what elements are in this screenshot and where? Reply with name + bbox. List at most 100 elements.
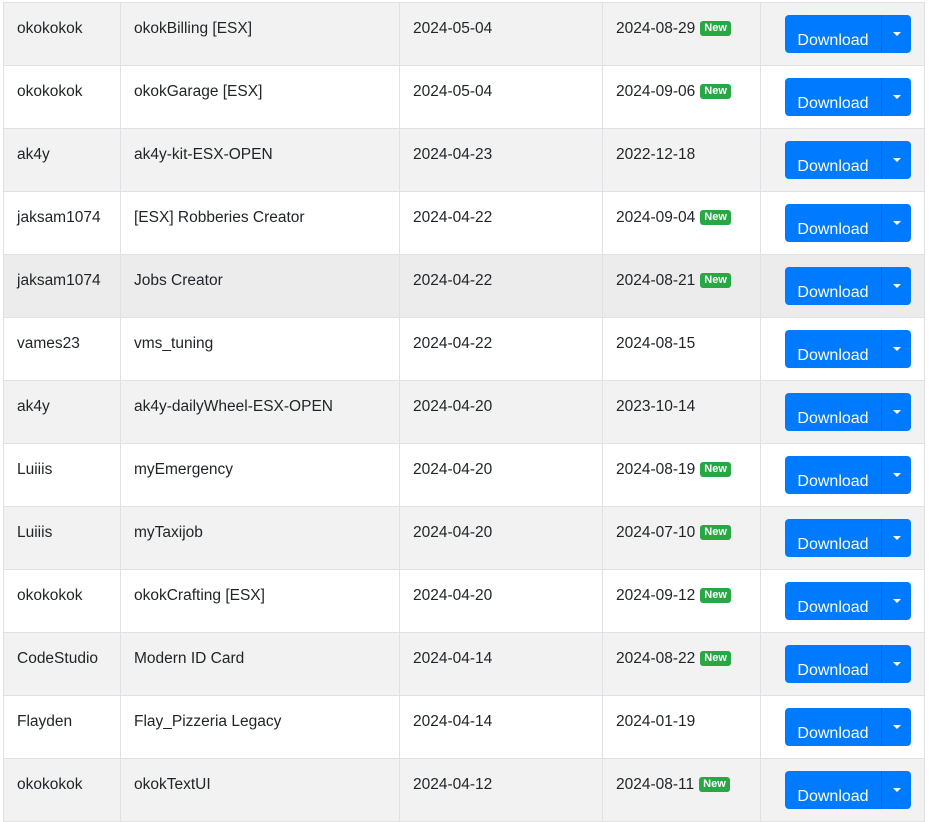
author-cell-text: okokokok xyxy=(17,67,83,103)
download-button-group: Download xyxy=(785,141,911,179)
resource-name-cell-value: okokGarage [ESX] xyxy=(134,83,263,100)
caret-down-icon xyxy=(892,536,901,540)
download-button[interactable]: Download xyxy=(785,519,881,557)
updated-date-cell: 2024-08-11 New xyxy=(602,758,761,822)
resource-name-cell: okokCrafting [ESX] xyxy=(120,569,400,633)
author-cell: ak4y xyxy=(3,128,121,192)
caret-down-icon xyxy=(892,599,901,603)
download-button[interactable]: Download xyxy=(785,456,881,494)
download-options-toggle[interactable] xyxy=(881,771,911,809)
download-button[interactable]: Download xyxy=(785,141,881,179)
updated-date-cell-text: 2024-09-04 New xyxy=(616,193,731,229)
updated-date-cell: 2024-09-12 New xyxy=(602,569,761,633)
updated-date-cell-value: 2024-08-21 xyxy=(616,272,696,289)
added-date-cell-value: 2024-04-20 xyxy=(413,524,493,541)
download-options-toggle[interactable] xyxy=(881,519,911,557)
download-button[interactable]: Download xyxy=(785,771,881,809)
added-date-cell-text: 2024-04-20 xyxy=(413,382,493,418)
download-options-toggle[interactable] xyxy=(881,204,911,242)
added-date-cell-text: 2024-04-23 xyxy=(413,130,492,166)
resource-name-cell-value: vms_tuning xyxy=(134,335,214,352)
added-date-cell-value: 2024-04-22 xyxy=(413,209,493,226)
added-date-cell-value: 2024-04-14 xyxy=(413,650,493,667)
download-button[interactable]: Download xyxy=(785,204,881,242)
download-options-toggle[interactable] xyxy=(881,582,911,620)
resource-name-cell: myTaxijob xyxy=(120,506,400,570)
author-cell-text: jaksam1074 xyxy=(17,193,101,229)
added-date-cell: 2024-05-04 xyxy=(399,2,603,66)
download-options-toggle[interactable] xyxy=(881,15,911,53)
updated-date-cell-text: 2024-08-21 New xyxy=(616,256,731,292)
resource-name-cell-text: ak4y-dailyWheel-ESX-OPEN xyxy=(134,382,333,418)
action-cell: Download xyxy=(760,569,925,633)
download-options-toggle[interactable] xyxy=(881,708,911,746)
author-cell-value: okokokok xyxy=(17,83,83,100)
author-cell: Flayden xyxy=(3,695,121,759)
download-options-toggle[interactable] xyxy=(881,141,911,179)
resource-name-cell-value: myTaxijob xyxy=(134,524,203,541)
resource-name-cell-value: [ESX] Robberies Creator xyxy=(134,209,305,226)
resource-name-cell: okokBilling [ESX] xyxy=(120,2,400,66)
resource-name-cell: Flay_Pizzeria Legacy xyxy=(120,695,400,759)
download-button-group: Download xyxy=(785,267,911,305)
updated-date-cell: 2022-12-18 xyxy=(602,128,761,192)
updated-date-cell-value: 2024-08-29 xyxy=(616,20,696,37)
caret-down-icon xyxy=(892,158,901,162)
table-row: CodeStudio Modern ID Card 2024-04-14 2024-0… xyxy=(3,632,925,696)
download-options-toggle[interactable] xyxy=(881,645,911,683)
download-options-toggle[interactable] xyxy=(881,393,911,431)
updated-date-cell-value: 2024-08-22 xyxy=(616,650,696,667)
added-date-cell: 2024-04-14 xyxy=(399,632,603,696)
updated-date-cell-text: 2024-08-29 New xyxy=(616,4,731,40)
download-options-toggle[interactable] xyxy=(881,456,911,494)
added-date-cell-value: 2024-04-20 xyxy=(413,398,493,415)
updated-date-cell-text: 2024-08-11 New xyxy=(616,760,730,796)
added-date-cell-value: 2024-04-22 xyxy=(413,335,493,352)
author-cell-text: Luiiis xyxy=(17,445,52,481)
download-button[interactable]: Download xyxy=(785,708,881,746)
resource-name-cell-value: Flay_Pizzeria Legacy xyxy=(134,713,282,730)
download-button-group: Download xyxy=(785,204,911,242)
author-cell: okokokok xyxy=(3,569,121,633)
download-button[interactable]: Download xyxy=(785,78,881,116)
download-button-group: Download xyxy=(785,645,911,683)
action-cell: Download xyxy=(760,695,925,759)
added-date-cell-text: 2024-04-22 xyxy=(413,193,493,229)
author-cell: CodeStudio xyxy=(3,632,121,696)
updated-date-cell-text: 2023-10-14 xyxy=(616,382,695,418)
download-button[interactable]: Download xyxy=(785,645,881,683)
resource-name-cell: Modern ID Card xyxy=(120,632,400,696)
download-button-group: Download xyxy=(785,771,911,809)
download-button-group: Download xyxy=(785,330,911,368)
table-row: Luiiis myTaxijob 2024-04-20 2024-07-10 New Do… xyxy=(3,506,925,570)
added-date-cell: 2024-05-04 xyxy=(399,65,603,129)
download-options-toggle[interactable] xyxy=(881,267,911,305)
action-cell: Download xyxy=(760,443,925,507)
resource-name-cell-text: Flay_Pizzeria Legacy xyxy=(134,697,282,733)
added-date-cell: 2024-04-22 xyxy=(399,191,603,255)
table-body: okokokok okokBilling [ESX] 2024-05-04 2024-… xyxy=(3,2,925,822)
table-row: vames23 vms_tuning 2024-04-22 2024-08-15 Dow… xyxy=(3,317,925,381)
updated-date-cell: 2024-08-22 New xyxy=(602,632,761,696)
download-options-toggle[interactable] xyxy=(881,330,911,368)
added-date-cell-value: 2024-04-22 xyxy=(413,272,493,289)
resource-name-cell: [ESX] Robberies Creator xyxy=(120,191,400,255)
resource-name-cell-value: ak4y-dailyWheel-ESX-OPEN xyxy=(134,398,333,415)
download-button[interactable]: Download xyxy=(785,393,881,431)
download-options-toggle[interactable] xyxy=(881,78,911,116)
download-button-group: Download xyxy=(785,393,911,431)
action-cell: Download xyxy=(760,758,925,822)
author-cell: Luiiis xyxy=(3,506,121,570)
download-button-group: Download xyxy=(785,708,911,746)
download-button[interactable]: Download xyxy=(785,15,881,53)
download-button[interactable]: Download xyxy=(785,330,881,368)
updated-date-cell-text: 2024-08-22 New xyxy=(616,634,731,670)
download-button[interactable]: Download xyxy=(785,582,881,620)
added-date-cell-value: 2024-05-04 xyxy=(413,20,493,37)
updated-date-cell: 2024-08-15 xyxy=(602,317,761,381)
download-button[interactable]: Download xyxy=(785,267,881,305)
caret-down-icon xyxy=(892,32,901,36)
author-cell-text: okokokok xyxy=(17,4,82,40)
updated-date-cell: 2024-09-04 New xyxy=(602,191,761,255)
updated-date-cell: 2024-08-19 New xyxy=(602,443,761,507)
